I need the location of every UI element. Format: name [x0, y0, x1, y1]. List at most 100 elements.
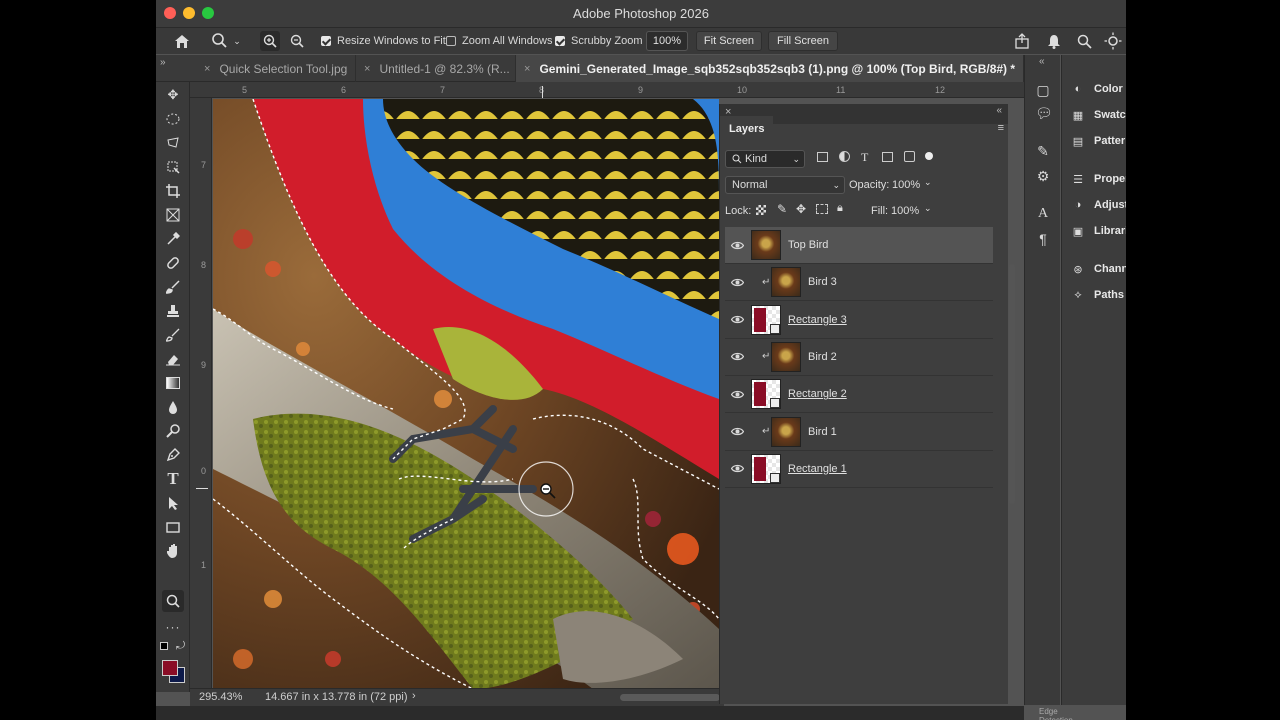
- swatches-panel-button[interactable]: ▦Swatch: [1070, 106, 1126, 124]
- close-icon[interactable]: ×: [204, 63, 210, 75]
- zoom-out-icon[interactable]: [287, 28, 307, 54]
- document-canvas[interactable]: [213, 99, 719, 689]
- shape-filter-icon[interactable]: [882, 152, 893, 162]
- comments-icon[interactable]: 💬︎: [1035, 105, 1053, 122]
- visibility-eye-icon[interactable]: [729, 237, 745, 253]
- paths-panel-button[interactable]: ⟡ Paths: [1070, 286, 1124, 304]
- move-tool-icon[interactable]: ✥: [162, 84, 184, 106]
- layer-thumbnail[interactable]: [751, 304, 781, 335]
- tab-quick-selection[interactable]: × Quick Selection Tool.jpg: [196, 55, 356, 82]
- zoom-level-field[interactable]: 100%: [646, 31, 688, 51]
- layer-row[interactable]: Rectangle 3: [725, 302, 993, 339]
- lock-transparency-icon[interactable]: [756, 205, 766, 215]
- lock-all-icon[interactable]: 🔒︎: [837, 202, 843, 215]
- close-icon[interactable]: ×: [364, 63, 370, 75]
- layer-row[interactable]: ↵ Bird 3: [725, 264, 993, 302]
- type-filter-icon[interactable]: T: [861, 150, 868, 165]
- chevron-down-icon[interactable]: ⌄: [924, 203, 932, 214]
- zoom-level-status[interactable]: 295.43%: [199, 691, 242, 703]
- rectangle-tool-icon[interactable]: [162, 516, 184, 538]
- foreground-color-swatch[interactable]: [162, 660, 178, 676]
- layer-name[interactable]: Top Bird: [788, 239, 828, 251]
- color-panel-button[interactable]: ◐ Color: [1070, 80, 1123, 98]
- libraries-panel-button[interactable]: ▣ Librari: [1070, 222, 1126, 240]
- layer-thumbnail[interactable]: [751, 453, 781, 484]
- visibility-eye-icon[interactable]: [729, 274, 745, 290]
- object-selection-tool-icon[interactable]: [162, 156, 184, 178]
- zoom-all-windows-checkbox[interactable]: Zoom All Windows: [446, 28, 552, 54]
- resize-windows-checkbox[interactable]: Resize Windows to Fit: [321, 28, 446, 54]
- notifications-icon[interactable]: [1044, 28, 1064, 54]
- swap-colors-icon[interactable]: ⤾: [176, 640, 185, 653]
- healing-brush-tool-icon[interactable]: [162, 252, 184, 274]
- eyedropper-tool-icon[interactable]: [162, 228, 184, 250]
- layer-thumbnail[interactable]: [771, 267, 801, 298]
- smart-object-filter-icon[interactable]: [904, 151, 915, 162]
- fit-screen-button[interactable]: Fit Screen: [696, 31, 762, 51]
- lock-pixels-icon[interactable]: ✎: [777, 202, 787, 216]
- hand-tool-icon[interactable]: [162, 540, 184, 562]
- panel-collapse-icon[interactable]: «: [996, 105, 1002, 116]
- tab-gemini-image[interactable]: × Gemini_Generated_Image_sqb352sqb352sqb…: [516, 55, 1024, 82]
- filter-kind-select[interactable]: Kind ⌄: [725, 150, 805, 168]
- character-icon[interactable]: A: [1035, 206, 1051, 222]
- adjustment-filter-icon[interactable]: [839, 151, 850, 162]
- marquee-tool-icon[interactable]: [162, 108, 184, 130]
- layer-name[interactable]: Bird 2: [808, 351, 837, 363]
- pixel-layer-filter-icon[interactable]: [817, 152, 828, 162]
- zoom-in-icon[interactable]: [260, 31, 280, 51]
- tool-preset-picker[interactable]: ⌄: [208, 28, 244, 54]
- dodge-tool-icon[interactable]: [162, 420, 184, 442]
- layer-row[interactable]: Top Bird: [725, 227, 993, 264]
- lasso-tool-icon[interactable]: [162, 132, 184, 154]
- pen-tool-icon[interactable]: [162, 444, 184, 466]
- opacity-value[interactable]: 100%: [892, 179, 920, 191]
- fill-screen-button[interactable]: Fill Screen: [768, 31, 838, 51]
- lock-artboard-icon[interactable]: [816, 204, 828, 214]
- visibility-eye-icon[interactable]: [729, 461, 745, 477]
- frame-tool-icon[interactable]: [162, 204, 184, 226]
- properties-panel-button[interactable]: ☰ Proper: [1070, 170, 1126, 188]
- horizontal-scrollbar[interactable]: [620, 694, 720, 701]
- brushes-icon[interactable]: ✎: [1035, 143, 1051, 160]
- blur-tool-icon[interactable]: [162, 396, 184, 418]
- settings-sun-icon[interactable]: [1102, 28, 1124, 54]
- visibility-eye-icon[interactable]: [729, 424, 745, 440]
- status-menu-arrow[interactable]: ›: [412, 690, 416, 702]
- layer-name[interactable]: Rectangle 2: [788, 388, 847, 400]
- blend-mode-select[interactable]: Normal ⌄: [725, 176, 845, 194]
- panel-menu-icon[interactable]: ≡: [998, 122, 1004, 134]
- layer-row[interactable]: ↵ Bird 1: [725, 414, 993, 451]
- search-icon[interactable]: [1074, 28, 1094, 54]
- layer-thumbnail[interactable]: [771, 416, 801, 447]
- layer-row[interactable]: ↵ Bird 2: [725, 339, 993, 376]
- history-brush-tool-icon[interactable]: [162, 324, 184, 346]
- layers-tab[interactable]: Layers: [720, 116, 774, 142]
- layers-scrollbar[interactable]: [1009, 264, 1015, 504]
- layer-row[interactable]: Rectangle 1: [725, 451, 993, 488]
- visibility-eye-icon[interactable]: [729, 386, 745, 402]
- layer-name[interactable]: Rectangle 3: [788, 314, 847, 326]
- layer-row[interactable]: Rectangle 2: [725, 376, 993, 414]
- more-tools-icon[interactable]: ···: [162, 616, 184, 638]
- adjustments-panel-button[interactable]: ◑ Adjust: [1070, 196, 1126, 214]
- layer-name[interactable]: Rectangle 1: [788, 463, 847, 475]
- zoom-tool-icon[interactable]: [162, 590, 184, 612]
- chevron-down-icon[interactable]: ⌄: [924, 177, 932, 188]
- patterns-panel-button[interactable]: ▤ Patter: [1070, 132, 1125, 150]
- crop-tool-icon[interactable]: [162, 180, 184, 202]
- visibility-eye-icon[interactable]: [729, 349, 745, 365]
- layer-thumbnail[interactable]: [751, 379, 781, 410]
- layer-thumbnail[interactable]: [751, 230, 781, 260]
- panel-collapse-icon[interactable]: «: [1039, 56, 1045, 67]
- close-icon[interactable]: ×: [524, 63, 530, 75]
- gradient-tool-icon[interactable]: [162, 372, 184, 394]
- layer-thumbnail[interactable]: [771, 341, 801, 372]
- eraser-tool-icon[interactable]: [162, 348, 184, 370]
- fill-value[interactable]: 100%: [891, 205, 919, 217]
- type-tool-icon[interactable]: T: [162, 468, 184, 490]
- lock-position-icon[interactable]: ✥: [796, 202, 806, 216]
- share-icon[interactable]: [1012, 28, 1032, 54]
- layer-name[interactable]: Bird 1: [808, 426, 837, 438]
- paragraph-icon[interactable]: ¶: [1035, 231, 1051, 247]
